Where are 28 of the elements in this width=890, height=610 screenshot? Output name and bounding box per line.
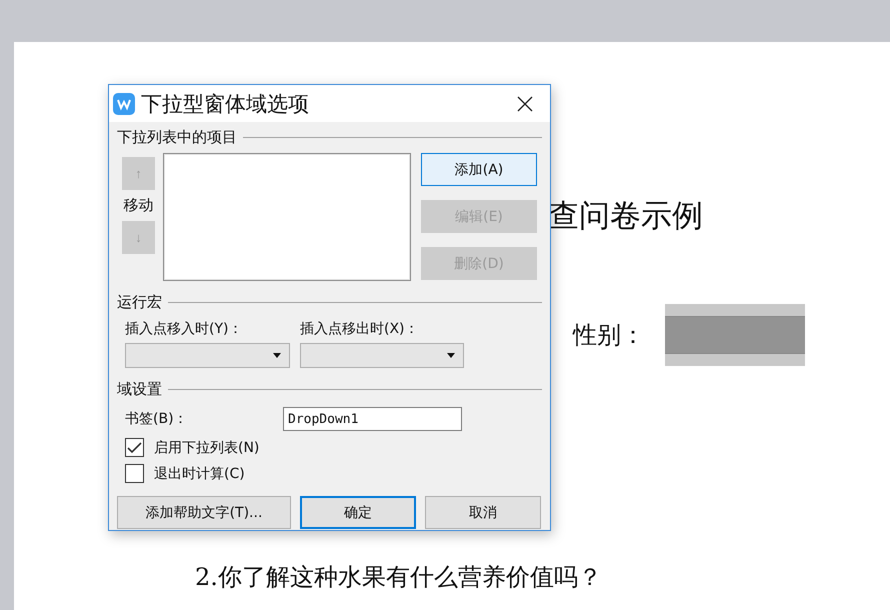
checkbox-label: 启用下拉列表(N) [154,438,260,456]
section-heading: 运行宏 [117,293,162,312]
macro-dropdown[interactable] [125,343,290,368]
gender-label: 性别： [573,320,645,351]
close-icon [517,96,533,112]
bookmark-label: 书签(B)： [125,410,188,428]
question-text: 2.你了解这种水果有什么营养价值吗？ [195,562,603,593]
dialog-button[interactable]: 取消 [425,496,541,529]
dialog-title: 下拉型窗体域选项 [141,90,310,118]
dialog-button[interactable]: 确定 [300,496,416,529]
section-heading: 域设置 [117,380,162,399]
dialog-button[interactable]: 添加帮助文字(T)... [117,496,291,529]
dropdown-caret-icon [447,353,455,358]
checkbox[interactable] [125,438,144,457]
section-heading: 下拉列表中的项目 [117,128,237,147]
dropdown-form-field[interactable] [665,304,805,366]
action-button[interactable]: 添加(A) [421,153,537,186]
macro-label: 插入点移出时(X)： [300,320,420,338]
items-list[interactable] [163,153,411,281]
checkbox-label: 退出时计算(C) [154,464,245,482]
app-logo-icon [113,92,135,114]
move-label: 移动 [124,196,154,215]
bookmark-field[interactable]: DropDown1 [283,407,462,431]
dropdown-caret-icon [273,353,281,358]
document-title: 查问卷示例 [548,197,704,236]
macro-label: 插入点移入时(Y)： [125,320,244,338]
checkbox[interactable] [125,464,144,483]
macro-dropdown[interactable] [300,343,464,368]
